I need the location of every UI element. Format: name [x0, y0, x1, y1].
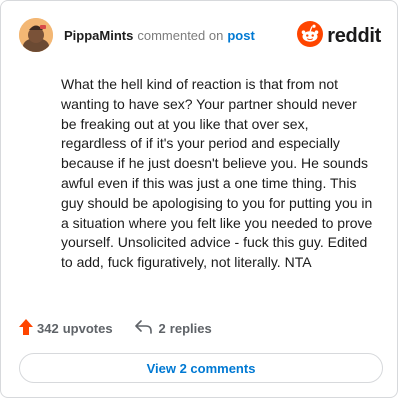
- comment-meta: PippaMints commented on post: [64, 28, 255, 43]
- comment-body: What the hell kind of reaction is that f…: [61, 76, 373, 271]
- upvote-button[interactable]: 342 upvotes: [19, 318, 113, 338]
- replies-label: replies: [169, 320, 212, 336]
- replies-button[interactable]: 2 replies: [134, 319, 212, 337]
- replies-count: 2: [158, 320, 166, 336]
- reddit-wordmark: reddit: [327, 25, 381, 47]
- comment-header: PippaMints commented on post reddit: [19, 17, 381, 53]
- action-text: commented on: [137, 27, 224, 43]
- upvote-count: 342: [37, 320, 59, 336]
- reply-arrow-icon: [134, 319, 153, 337]
- username-link[interactable]: PippaMints: [64, 28, 133, 43]
- reddit-logo[interactable]: reddit: [297, 21, 381, 52]
- view-comments-button[interactable]: View 2 comments: [19, 353, 383, 383]
- comment-card: PippaMints commented on post reddit What t…: [0, 0, 398, 398]
- reddit-snoo-icon: [297, 21, 324, 52]
- comment-actions: 342 upvotes 2 replies: [19, 317, 212, 339]
- post-link[interactable]: post: [227, 28, 254, 43]
- user-avatar[interactable]: [19, 18, 53, 52]
- upvote-arrow-icon: [19, 318, 33, 338]
- upvote-label: upvotes: [62, 320, 113, 336]
